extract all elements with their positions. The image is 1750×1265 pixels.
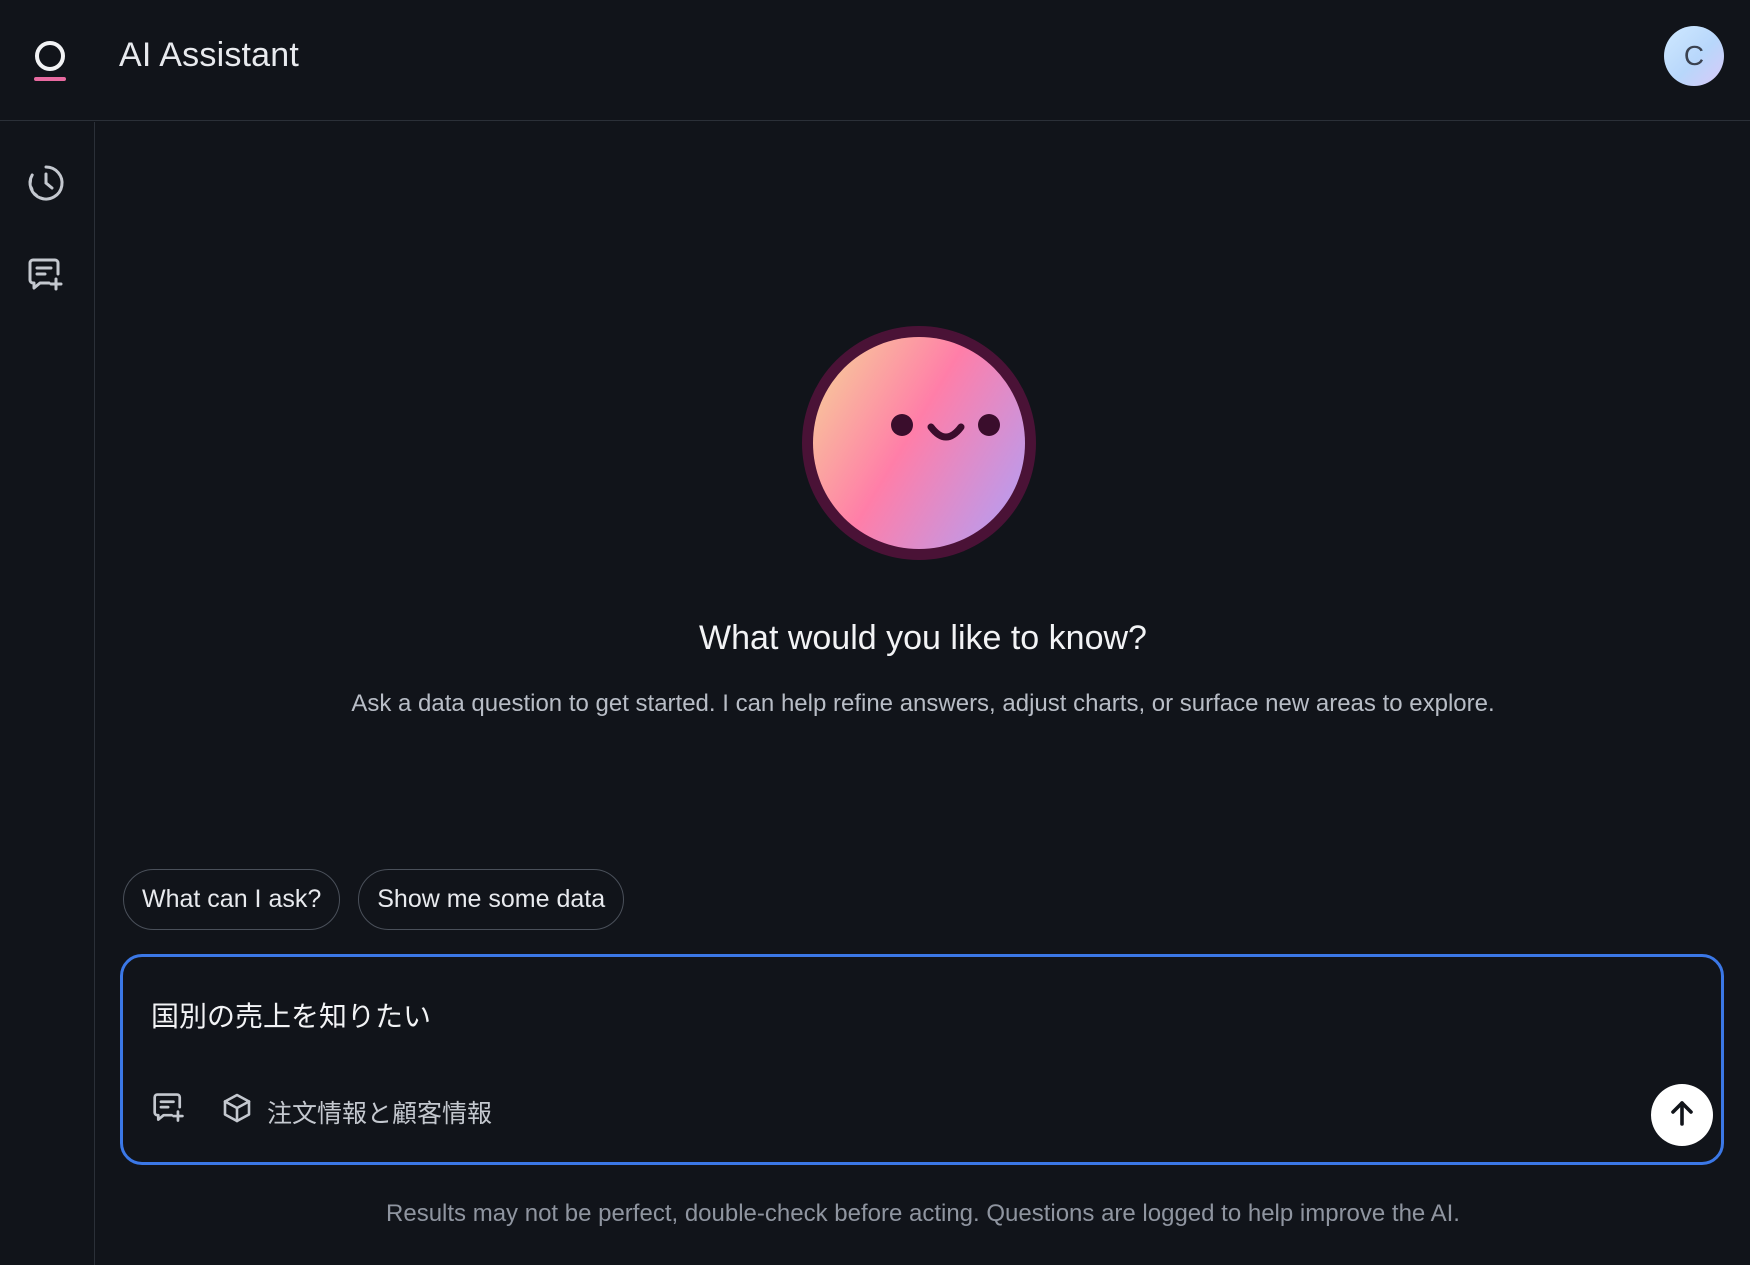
arrow-up-icon xyxy=(1667,1098,1697,1133)
composer-toolbar: 注文情報と顧客情報 xyxy=(151,1084,1713,1146)
chat-input[interactable]: 国別の売上を知りたい xyxy=(151,995,1451,1035)
new-chat-button[interactable] xyxy=(18,249,74,305)
chat-composer: 国別の売上を知りたい 注文情報と顧客情報 xyxy=(120,954,1724,1165)
app-root: AI Assistant C What would you like to kn… xyxy=(0,0,1750,1265)
new-chat-icon xyxy=(152,1091,186,1130)
send-button[interactable] xyxy=(1651,1084,1713,1146)
sidebar xyxy=(0,122,95,1265)
history-button[interactable] xyxy=(18,157,74,213)
suggestion-what-can-i-ask[interactable]: What can I ask? xyxy=(123,869,341,930)
smiling-face-mascot xyxy=(799,323,1039,563)
user-avatar[interactable]: C xyxy=(1664,26,1724,86)
cube-icon xyxy=(221,1092,253,1129)
suggestion-chips: What can I ask? Show me some data xyxy=(123,869,625,931)
welcome-subtitle: Ask a data question to get started. I ca… xyxy=(351,690,1495,717)
data-source-label[interactable]: 注文情報と顧客情報 xyxy=(267,1094,492,1130)
main-area: What would you like to know? Ask a data … xyxy=(96,122,1750,1265)
assistant-logo-icon[interactable] xyxy=(30,38,70,86)
avatar-initial: C xyxy=(1683,40,1705,71)
data-source-button[interactable] xyxy=(219,1092,255,1128)
welcome-title: What would you like to know? xyxy=(699,619,1147,657)
app-title: AI Assistant xyxy=(119,36,300,74)
suggestion-show-data[interactable]: Show me some data xyxy=(358,869,625,930)
new-chat-icon xyxy=(27,256,65,299)
disclaimer-text: Results may not be perfect, double-check… xyxy=(386,1200,1460,1227)
history-clock-icon xyxy=(26,163,66,208)
composer-new-chat-button[interactable] xyxy=(151,1092,187,1128)
top-header: AI Assistant C xyxy=(0,0,1750,121)
